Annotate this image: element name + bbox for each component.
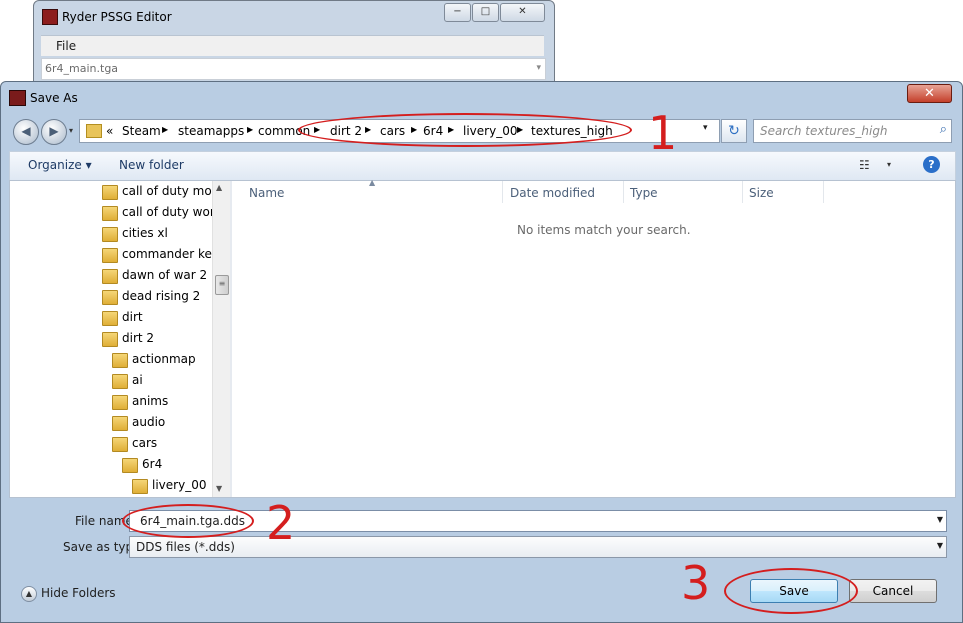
annotation-number-2: 2 — [266, 496, 296, 550]
refresh-button[interactable]: ↻ — [721, 119, 747, 143]
folder-icon — [112, 395, 128, 410]
folder-icon — [102, 311, 118, 326]
empty-results-message: No items match your search. — [517, 223, 691, 237]
annotation-number-3: 3 — [681, 556, 711, 610]
search-input[interactable]: Search textures_high ⌕ — [753, 119, 952, 143]
address-dropdown-icon[interactable]: ▾ — [703, 123, 708, 133]
folder-icon — [86, 124, 102, 138]
view-options-icon[interactable]: ☷ — [859, 158, 870, 172]
column-header-type[interactable]: Type — [624, 181, 743, 203]
navigation-tree: call of duty mode call of duty world cit… — [10, 181, 230, 497]
minimize-button[interactable]: − — [444, 3, 471, 22]
menu-file[interactable]: File — [56, 39, 76, 53]
annotation-ellipse-save — [724, 568, 858, 614]
app-icon — [42, 9, 58, 25]
background-window-title: Ryder PSSG Editor — [62, 10, 172, 24]
save-as-dialog: Save As ✕ ◀ ▶ ▾ « Steam ▶ steamapps ▶ co… — [0, 81, 963, 623]
organize-button[interactable]: Organize ▾ — [28, 158, 92, 172]
folder-icon — [102, 185, 118, 200]
folder-icon — [102, 332, 118, 347]
app-icon — [9, 90, 26, 106]
maximize-button[interactable]: □ — [472, 3, 499, 22]
hide-folders-button[interactable]: Hide Folders — [41, 586, 116, 600]
file-browser: call of duty mode call of duty world cit… — [9, 178, 956, 498]
forward-button[interactable]: ▶ — [41, 119, 67, 145]
new-folder-button[interactable]: New folder — [119, 158, 184, 172]
view-dropdown-icon[interactable]: ▾ — [887, 160, 891, 169]
forward-arrow-icon: ▶ — [49, 124, 59, 138]
chevron-down-icon[interactable]: ▼ — [937, 515, 943, 524]
crumb-steamapps[interactable]: steamapps — [178, 124, 244, 138]
texture-select-value: 6r4_main.tga — [45, 62, 119, 75]
annotation-number-1: 1 — [648, 106, 678, 160]
search-icon[interactable]: ⌕ — [940, 122, 947, 137]
help-icon[interactable]: ? — [923, 156, 940, 173]
folder-icon — [112, 353, 128, 368]
sort-ascending-icon: ▲ — [369, 178, 376, 187]
save-type-select[interactable]: DDS files (*.dds) ▼ — [129, 536, 947, 558]
annotation-ellipse-filename — [122, 504, 254, 538]
folder-icon — [112, 437, 128, 452]
background-close-button[interactable]: ✕ — [500, 3, 545, 22]
scroll-thumb[interactable]: ≡ — [215, 275, 229, 295]
address-overflow[interactable]: « — [106, 124, 113, 138]
chevron-right-icon: ▶ — [247, 125, 254, 134]
chevron-down-icon: ▾ — [536, 63, 541, 73]
annotation-ellipse-address — [298, 113, 632, 147]
folder-icon — [102, 269, 118, 284]
refresh-icon: ↻ — [728, 123, 740, 139]
folder-icon — [102, 227, 118, 242]
scroll-down-icon[interactable]: ▼ — [216, 484, 222, 493]
search-placeholder: Search textures_high — [760, 124, 888, 138]
save-type-value: DDS files (*.dds) — [136, 540, 235, 554]
folder-icon — [122, 458, 138, 473]
dialog-titlebar: Save As ✕ — [1, 82, 962, 112]
background-editor-window: Ryder PSSG Editor − □ ✕ File 6r4_main.tg… — [33, 0, 555, 92]
folder-icon — [112, 416, 128, 431]
chevron-down-icon: ▼ — [936, 541, 943, 550]
folder-icon — [102, 206, 118, 221]
back-arrow-icon: ◀ — [21, 124, 31, 138]
command-bar: Organize ▾ New folder ☷ ▾ ? — [9, 151, 956, 181]
folder-icon — [112, 374, 128, 389]
folder-icon — [132, 479, 148, 494]
column-header-size[interactable]: Size — [743, 181, 824, 203]
dialog-close-button[interactable]: ✕ — [907, 84, 952, 103]
hide-folders-icon[interactable]: ▲ — [21, 586, 37, 602]
folder-icon — [102, 248, 118, 263]
chevron-right-icon: ▶ — [162, 125, 169, 134]
recent-locations-dropdown-icon[interactable]: ▾ — [69, 126, 73, 135]
scroll-up-icon[interactable]: ▲ — [216, 183, 222, 192]
texture-select[interactable]: 6r4_main.tga ▾ — [41, 58, 546, 80]
crumb-steam[interactable]: Steam — [122, 124, 161, 138]
menu-bar: File — [41, 35, 544, 56]
cancel-button[interactable]: Cancel — [849, 579, 937, 603]
tree-scrollbar[interactable]: ▲ ≡ ▼ — [212, 181, 230, 497]
folder-icon — [102, 290, 118, 305]
dialog-title: Save As — [30, 91, 78, 105]
pane-splitter[interactable] — [230, 181, 232, 497]
back-button[interactable]: ◀ — [13, 119, 39, 145]
column-header-date[interactable]: Date modified — [504, 181, 624, 203]
